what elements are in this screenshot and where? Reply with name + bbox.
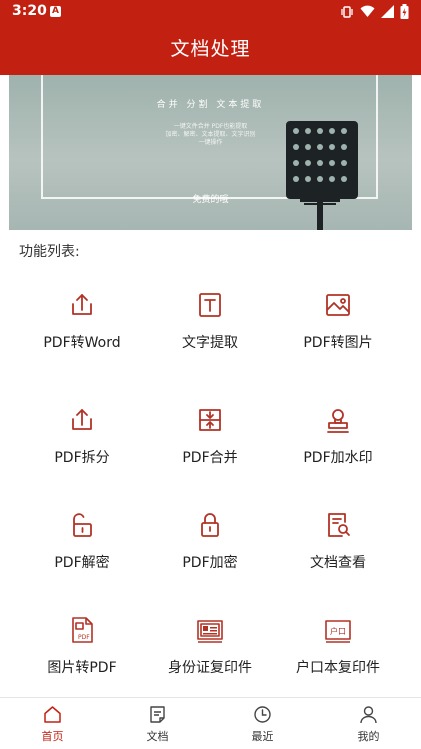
- feature-doc-view[interactable]: 文档查看: [268, 482, 408, 586]
- image-icon: [326, 294, 350, 316]
- upload-icon: [72, 294, 92, 315]
- vibrate-icon: [341, 5, 353, 18]
- merge-icon: [199, 409, 221, 431]
- unlock-icon: [73, 513, 92, 537]
- feature-label: 身份证复印件: [168, 660, 252, 676]
- banner-headline: 合并 分割 文本提取: [156, 100, 265, 110]
- nav-profile[interactable]: 我的: [316, 698, 421, 749]
- feature-label: PDF转图片: [303, 335, 373, 351]
- feature-id-card-copy[interactable]: 身份证复印件: [140, 587, 280, 691]
- document-icon: [150, 706, 165, 723]
- text-icon: [199, 293, 221, 317]
- doc-search-icon: [328, 513, 350, 537]
- feature-label: 文档查看: [310, 555, 366, 571]
- feature-text-extract[interactable]: 文字提取: [140, 262, 280, 366]
- id-card-icon: [197, 620, 223, 643]
- feature-label: PDF拆分: [54, 450, 110, 466]
- status-time: 3:20: [12, 3, 47, 19]
- feature-pdf-watermark[interactable]: PDF加水印: [268, 377, 408, 481]
- stadium-lights-image: [286, 121, 358, 230]
- feature-pdf-decrypt[interactable]: PDF解密: [12, 482, 152, 586]
- feature-label: 文字提取: [182, 335, 238, 351]
- home-icon: [44, 706, 61, 723]
- page-title: 文档处理: [170, 38, 251, 60]
- feature-pdf-to-image[interactable]: PDF转图片: [268, 262, 408, 366]
- app-bar: 文档处理: [0, 24, 421, 75]
- battery-icon: [400, 4, 409, 19]
- nav-label: 我的: [357, 730, 380, 743]
- feature-label: PDF解密: [54, 555, 110, 571]
- feature-label: 户口本复印件: [296, 660, 380, 676]
- feature-pdf-merge[interactable]: PDF合并: [140, 377, 280, 481]
- lock-icon: [201, 513, 219, 537]
- stamp-icon: [327, 409, 349, 433]
- nav-home[interactable]: 首页: [0, 698, 105, 749]
- section-title: 功能列表:: [19, 244, 80, 260]
- household-icon: 户口: [325, 620, 351, 643]
- signal-icon: [381, 5, 394, 18]
- feature-label: PDF加密: [182, 555, 238, 571]
- svg-text:户口: 户口: [330, 626, 346, 636]
- feature-household-copy[interactable]: 户口 户口本复印件: [268, 587, 408, 691]
- svg-text:PDF: PDF: [78, 634, 90, 641]
- nav-recent[interactable]: 最近: [210, 698, 315, 749]
- clock-icon: [254, 706, 271, 723]
- bottom-nav: 首页 文档 最近 我的: [0, 697, 421, 748]
- split-icon: [72, 409, 92, 430]
- status-bar: 3:20 A: [0, 0, 421, 24]
- feature-label: PDF合并: [182, 450, 238, 466]
- notification-badge-icon: A: [50, 6, 61, 17]
- feature-label: PDF加水印: [303, 450, 373, 466]
- nav-label: 最近: [251, 730, 274, 743]
- user-icon: [360, 706, 377, 724]
- feature-pdf-to-word[interactable]: PDF转Word: [12, 262, 152, 366]
- nav-label: 首页: [41, 730, 64, 743]
- feature-pdf-encrypt[interactable]: PDF加密: [140, 482, 280, 586]
- status-icons: [340, 4, 409, 19]
- feature-label: PDF转Word: [43, 335, 121, 351]
- promo-banner[interactable]: 合并 分割 文本提取 一键文件合并 PDF也能提取 加密、解密、文本提取、文字识…: [9, 75, 412, 230]
- nav-label: 文档: [146, 730, 169, 743]
- pdf-file-icon: PDF: [72, 617, 93, 643]
- feature-pdf-split[interactable]: PDF拆分: [12, 377, 152, 481]
- wifi-icon: [360, 5, 375, 18]
- feature-image-to-pdf[interactable]: PDF 图片转PDF: [12, 587, 152, 691]
- nav-documents[interactable]: 文档: [105, 698, 210, 749]
- feature-label: 图片转PDF: [47, 660, 117, 676]
